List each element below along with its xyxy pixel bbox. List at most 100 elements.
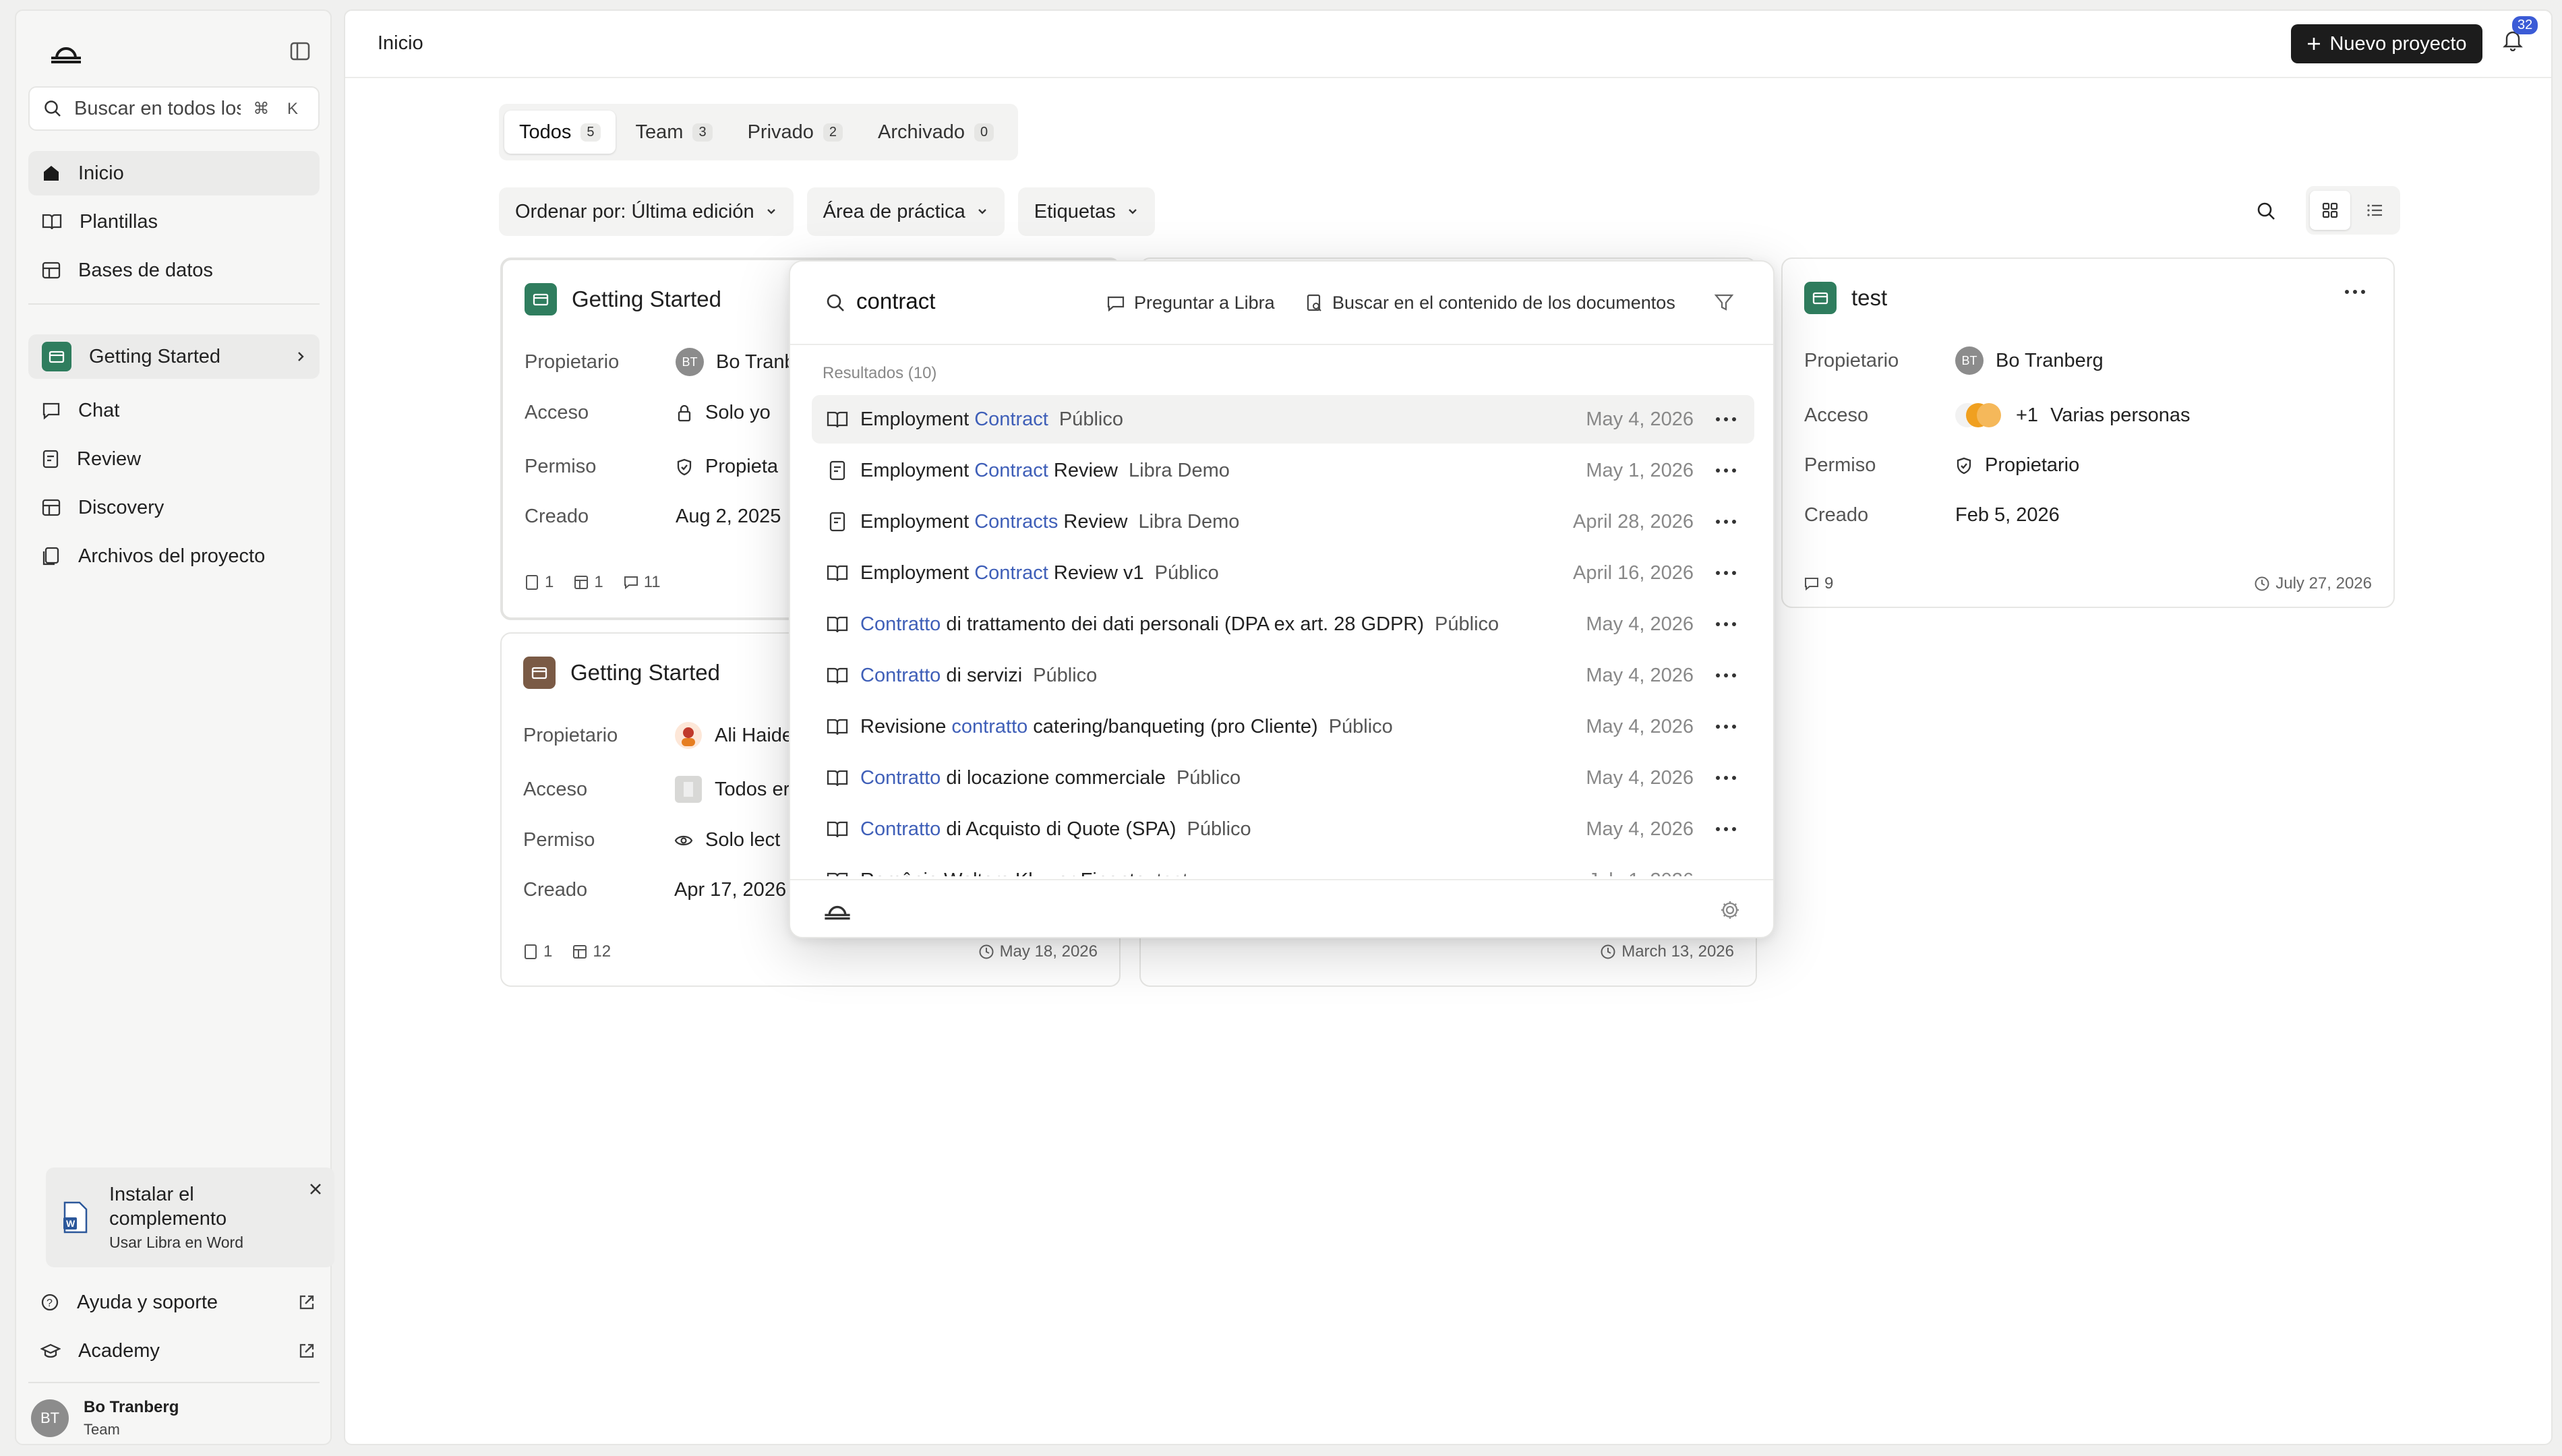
filters-bar: Ordenar por: Última edición Área de prác…: [499, 187, 1155, 236]
review-icon: [827, 512, 848, 532]
permission-row: Permiso Solo lect: [523, 829, 780, 851]
list-view-button[interactable]: [2354, 191, 2395, 230]
search-icon[interactable]: [2256, 201, 2276, 221]
more-options-icon[interactable]: [1712, 672, 1739, 679]
book-icon: [827, 666, 848, 685]
tab-label: Privado: [747, 121, 814, 143]
card-stats: 1 12: [523, 942, 611, 961]
field-label: Permiso: [523, 829, 595, 851]
list-item[interactable]: România Wolters Kluwer Finante test July…: [812, 856, 1754, 876]
shield-icon: [1955, 456, 1973, 475]
tab-count: 0: [974, 123, 994, 142]
academy-link[interactable]: Academy: [40, 1331, 332, 1371]
sidebar-item-inicio[interactable]: Inicio: [28, 151, 320, 195]
sidebar-project-getting-started[interactable]: Getting Started: [28, 334, 320, 379]
avatar: [674, 721, 703, 750]
list-item[interactable]: Contratto di servizi Público May 4, 2026: [812, 651, 1754, 700]
tab-count: 5: [580, 123, 601, 142]
tab-privado[interactable]: Privado 2: [733, 111, 858, 154]
help-support-link[interactable]: ? Ayuda y soporte: [40, 1282, 332, 1323]
new-project-button[interactable]: Nuevo proyecto: [2291, 24, 2482, 63]
list-item[interactable]: Revisione contratto catering/banqueting …: [812, 702, 1754, 751]
book-icon: [42, 213, 62, 231]
more-options-icon[interactable]: [1712, 621, 1739, 628]
more-options-icon[interactable]: [1712, 570, 1739, 576]
sidebar-item-plantillas[interactable]: Plantillas: [28, 200, 320, 244]
filter-icon[interactable]: [1714, 293, 1734, 313]
sidebar-item-label: Chat: [78, 399, 120, 421]
permission-value: Solo lect: [705, 829, 781, 851]
owner-value: Ali Haide: [715, 724, 794, 746]
sidebar-item-archivos[interactable]: Archivos del proyecto: [28, 534, 320, 578]
result-date: July 1, 2026: [1588, 870, 1694, 877]
result-name: Employment Contract Review v1: [860, 562, 1144, 584]
result-workspace: test: [1156, 870, 1188, 877]
list-item[interactable]: Employment Contract Público May 4, 2026: [812, 395, 1754, 444]
search-query-input[interactable]: contract: [856, 289, 935, 314]
list-item[interactable]: Contratto di trattamento dei dati person…: [812, 600, 1754, 648]
document-icon: [525, 574, 539, 590]
sort-dropdown[interactable]: Ordenar por: Última edición: [499, 187, 794, 236]
more-options-icon[interactable]: [1712, 826, 1739, 832]
ask-libra-button[interactable]: Preguntar a Libra: [1107, 293, 1275, 313]
full-text-search-button[interactable]: Buscar en el contenido de los documentos: [1307, 293, 1675, 313]
global-search-input[interactable]: Buscar en todos los ... ⌘ K: [28, 86, 320, 131]
tab-team[interactable]: Team 3: [621, 111, 727, 154]
grid-view-button[interactable]: [2310, 191, 2350, 230]
word-file-icon: W: [62, 1201, 89, 1234]
list-item[interactable]: Contratto di locazione commerciale Públi…: [812, 754, 1754, 802]
owner-row: Propietario Ali Haide: [523, 721, 793, 750]
list-item[interactable]: Contratto di Acquisto di Quote (SPA) Púb…: [812, 805, 1754, 853]
field-label: Acceso: [525, 402, 589, 423]
sidebar-item-bases-de-datos[interactable]: Bases de datos: [28, 248, 320, 293]
result-workspace: Público: [1176, 766, 1241, 789]
view-toggle: [2306, 186, 2400, 235]
more-options-icon[interactable]: [1712, 467, 1739, 474]
list-item[interactable]: Employment Contract Review v1 Público Ap…: [812, 549, 1754, 597]
sidebar-item-discovery[interactable]: Discovery: [28, 485, 320, 530]
book-icon: [827, 871, 848, 876]
install-addin-banner[interactable]: W Instalar el complemento Usar Libra en …: [46, 1167, 334, 1267]
clock-icon: [1600, 944, 1616, 960]
gear-icon[interactable]: [1719, 899, 1741, 921]
avatar: BT: [676, 348, 704, 376]
ask-libra-label: Preguntar a Libra: [1134, 293, 1275, 313]
permission-row: Permiso Propietario: [1804, 454, 2079, 477]
card-title: Getting Started: [570, 660, 720, 685]
search-shortcut: ⌘ K: [253, 99, 305, 118]
more-options-icon[interactable]: [1712, 775, 1739, 781]
result-name: Contratto di servizi: [860, 664, 1023, 686]
result-name: Employment Contract Review: [860, 459, 1118, 481]
search-popup: contract Preguntar a Libra Buscar en el …: [789, 260, 1775, 938]
search-icon: [43, 99, 62, 118]
more-options-icon[interactable]: [2344, 289, 2366, 295]
list-icon: [2366, 202, 2383, 219]
libra-logo-icon[interactable]: [49, 38, 84, 65]
more-options-icon[interactable]: [1712, 518, 1739, 525]
practice-area-dropdown[interactable]: Área de práctica: [806, 187, 1005, 236]
tab-todos[interactable]: Todos 5: [504, 111, 616, 154]
close-icon[interactable]: [307, 1181, 324, 1197]
created-value: Aug 2, 2025: [676, 506, 781, 527]
field-label: Permiso: [525, 456, 597, 477]
review-icon: [827, 460, 848, 481]
user-profile[interactable]: BT Bo Tranberg Team: [31, 1398, 179, 1438]
result-name: România Wolters Kluwer Finante: [860, 870, 1145, 877]
more-options-icon[interactable]: [1712, 723, 1739, 730]
list-item[interactable]: Employment Contract Review Libra Demo Ma…: [812, 446, 1754, 495]
document-search-icon: [1307, 294, 1323, 313]
sidebar-item-chat[interactable]: Chat: [28, 388, 320, 433]
tags-dropdown[interactable]: Etiquetas: [1017, 187, 1155, 236]
list-item[interactable]: Employment Contracts Review Libra Demo A…: [812, 497, 1754, 546]
home-icon: [42, 164, 61, 183]
project-badge-icon: [523, 657, 556, 689]
project-card[interactable]: test Propietario BT Bo Tranberg Acceso +1 Va…: [1781, 257, 2395, 608]
card-title: test: [1851, 285, 1888, 310]
collapse-sidebar-icon[interactable]: [290, 42, 310, 61]
tab-archivado[interactable]: Archivado 0: [863, 111, 1009, 154]
access-value: Varias personas: [2050, 404, 2191, 426]
sidebar-item-review[interactable]: Review: [28, 437, 320, 481]
more-options-icon[interactable]: [1712, 416, 1739, 423]
install-title: Instalar el complemento: [109, 1184, 227, 1230]
clock-icon: [978, 944, 994, 960]
